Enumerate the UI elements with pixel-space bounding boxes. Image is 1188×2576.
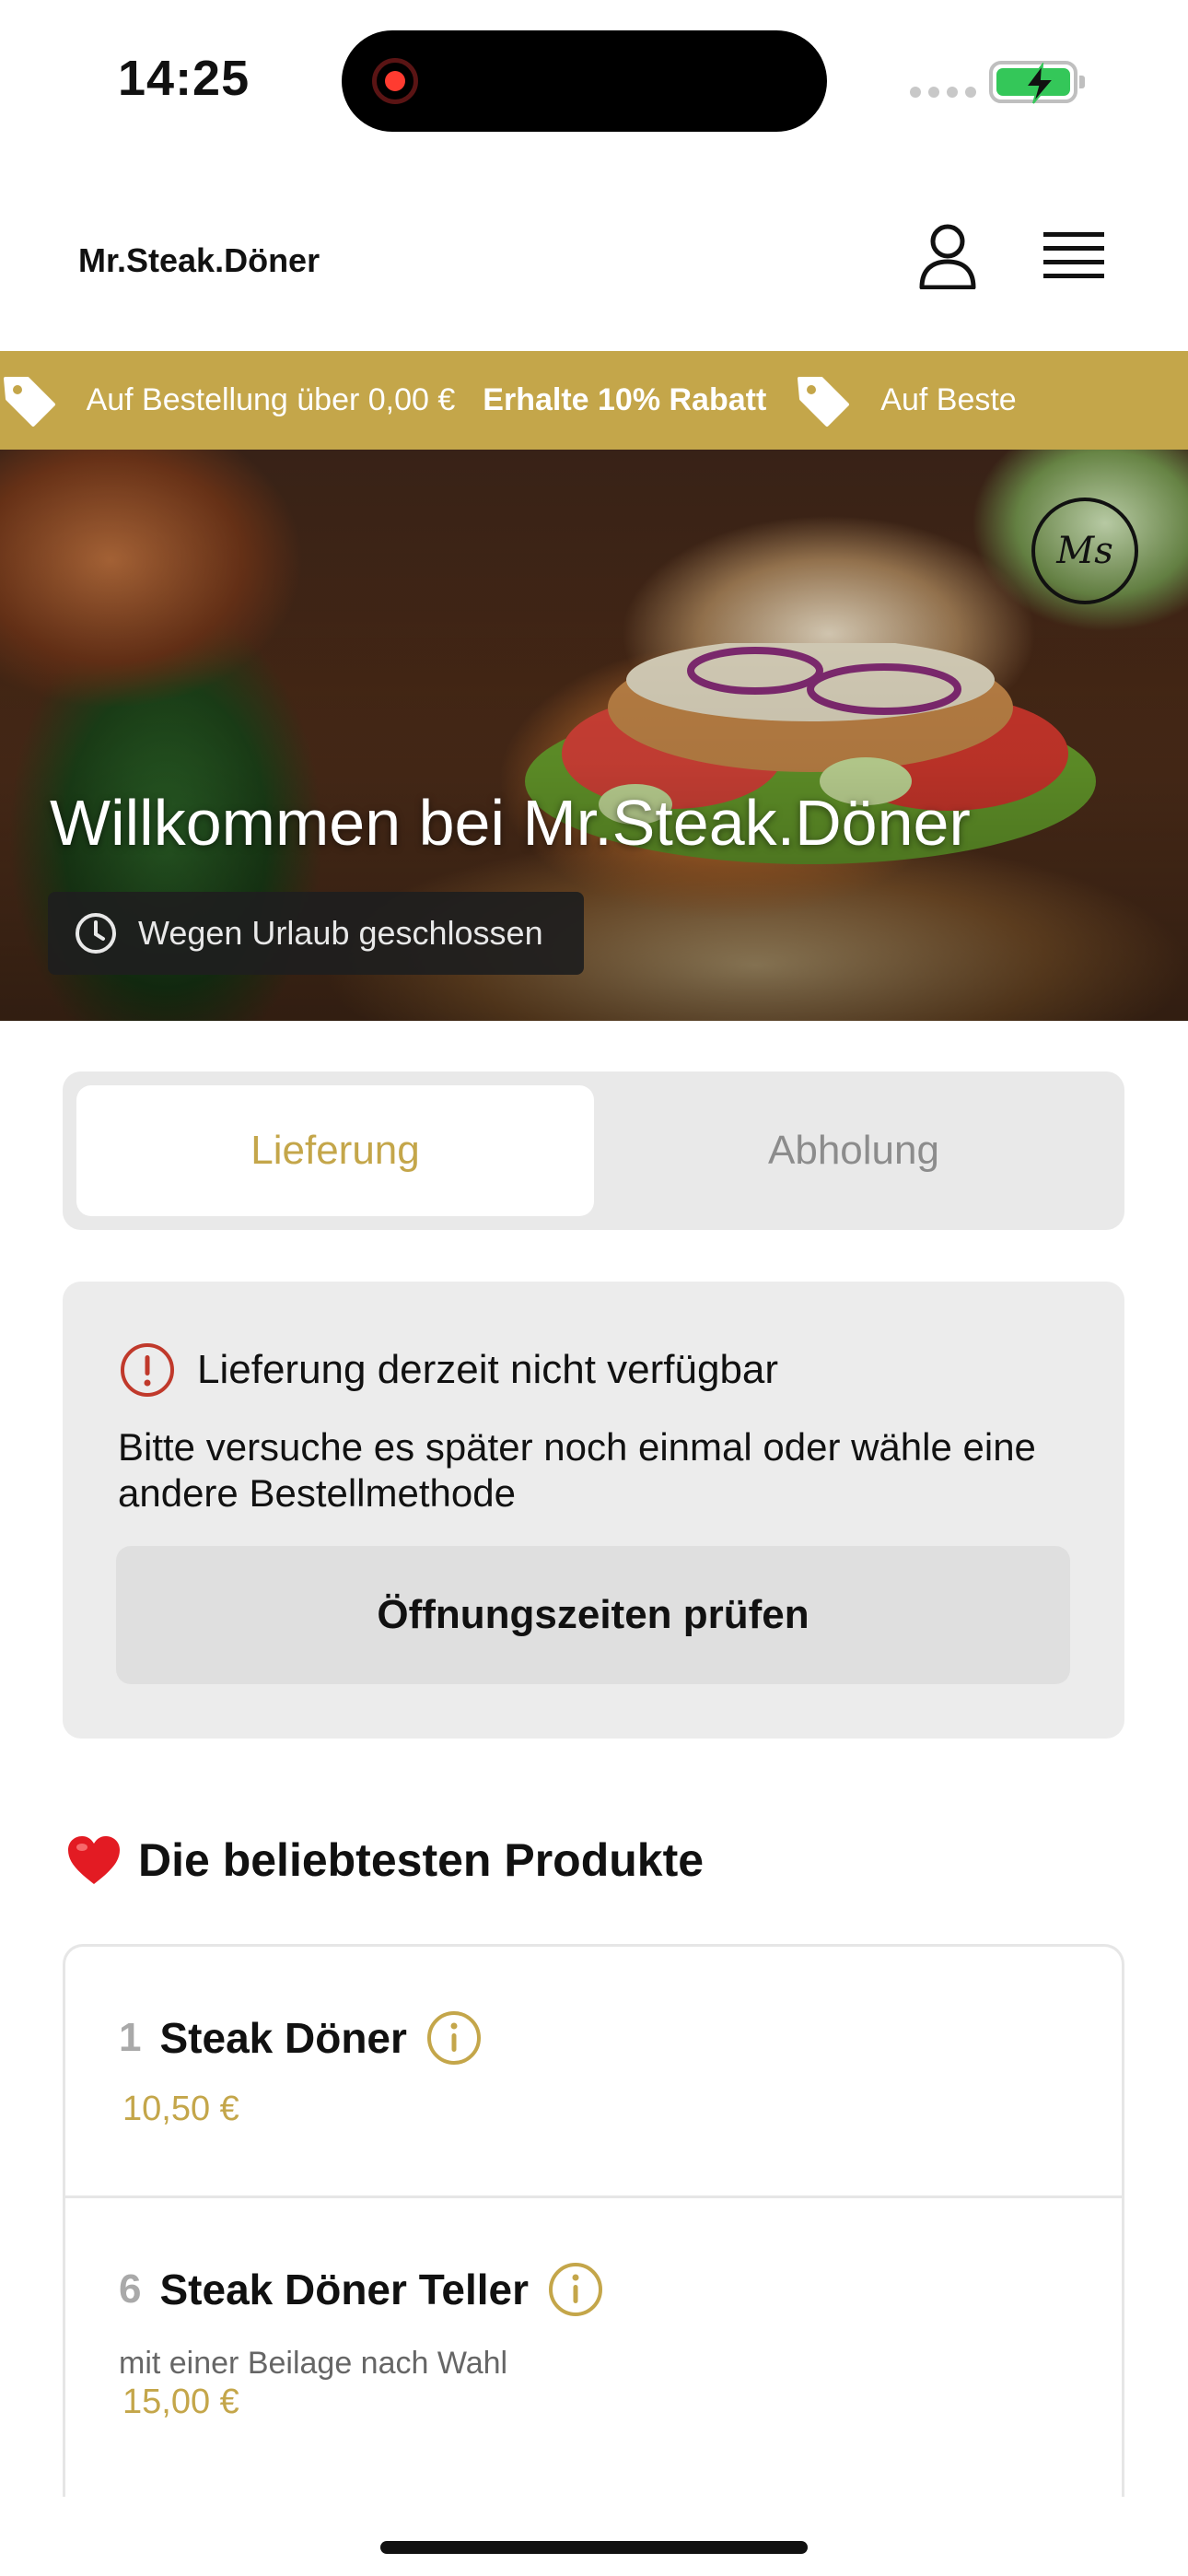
hero-banner: Ms Willkommen bei Mr.Steak.Döner Wegen U…	[0, 450, 1188, 1021]
product-price: 10,50 €	[122, 2090, 239, 2128]
check-opening-hours-button[interactable]: Öffnungszeiten prüfen	[116, 1546, 1070, 1684]
product-item[interactable]: 6 Steak Döner Teller mit einer Beilage n…	[65, 2195, 1122, 2497]
cellular-signal-icon	[910, 87, 976, 98]
tab-abholung[interactable]: Abholung	[595, 1085, 1112, 1216]
product-name: Steak Döner	[159, 2014, 407, 2062]
home-indicator[interactable]	[380, 2541, 808, 2554]
hamburger-menu-icon[interactable]	[1043, 230, 1104, 284]
status-bar: 14:25	[0, 0, 1188, 157]
status-badge: Wegen Urlaub geschlossen	[48, 892, 584, 975]
promo-item: Auf Bestellung über 0,00 €	[0, 371, 455, 430]
product-number: 1	[119, 2015, 142, 2060]
product-item[interactable]: 1 Steak Döner 10,50 €	[65, 1947, 1122, 2195]
promo-banner: att Auf Bestellung über 0,00 € Erhalte 1…	[0, 351, 1188, 450]
charging-bolt-icon	[1024, 63, 1056, 104]
clock-icon	[76, 913, 116, 954]
promo-text: Auf Bestellung über 0,00 €	[86, 382, 456, 417]
info-icon[interactable]	[547, 2261, 604, 2318]
promo-item: Erhalte 10% Rabatt	[483, 382, 766, 418]
dynamic-island	[342, 30, 827, 132]
product-price: 15,00 €	[122, 2383, 239, 2421]
notice-title: Lieferung derzeit nicht verfügbar	[197, 1347, 779, 1392]
tag-icon	[798, 376, 850, 427]
order-mode-toggle: Lieferung Abholung	[63, 1071, 1124, 1230]
notice-message: Bitte versuche es später noch einmal ode…	[118, 1425, 1036, 1515]
product-name: Steak Döner Teller	[159, 2266, 530, 2313]
restaurant-logo-stamp: Ms	[1031, 498, 1138, 604]
alert-circle-icon	[121, 1343, 174, 1397]
delivery-unavailable-notice: Lieferung derzeit nicht verfügbar Bitte …	[63, 1282, 1124, 1739]
battery-icon	[989, 61, 1085, 104]
promo-strong: Erhalte 10% Rabatt	[483, 382, 767, 417]
promo-text: Auf Beste	[880, 382, 1017, 417]
user-icon[interactable]	[918, 223, 977, 289]
brand-logo[interactable]: Mr.Steak.Döner	[78, 241, 320, 280]
heart-icon	[68, 1836, 120, 1884]
popular-section-title: Die beliebtesten Produkte	[66, 1833, 704, 1887]
status-time: 14:25	[118, 51, 250, 106]
promo-item: Auf Beste	[794, 371, 1017, 430]
tag-icon	[3, 376, 55, 427]
status-badge-text: Wegen Urlaub geschlossen	[138, 914, 543, 952]
product-description: mit einer Beilage nach Wahl	[119, 2346, 508, 2381]
product-list: 1 Steak Döner 10,50 € 6 Steak Döner Tell…	[63, 1944, 1124, 2497]
popular-title-text: Die beliebtesten Produkte	[138, 1834, 705, 1886]
info-icon[interactable]	[425, 2009, 483, 2067]
tab-lieferung[interactable]: Lieferung	[76, 1085, 594, 1216]
product-number: 6	[119, 2266, 142, 2312]
hero-title: Willkommen bei Mr.Steak.Döner	[50, 787, 971, 859]
recording-indicator-icon	[372, 58, 418, 104]
app-header: Mr.Steak.Döner	[0, 157, 1188, 350]
